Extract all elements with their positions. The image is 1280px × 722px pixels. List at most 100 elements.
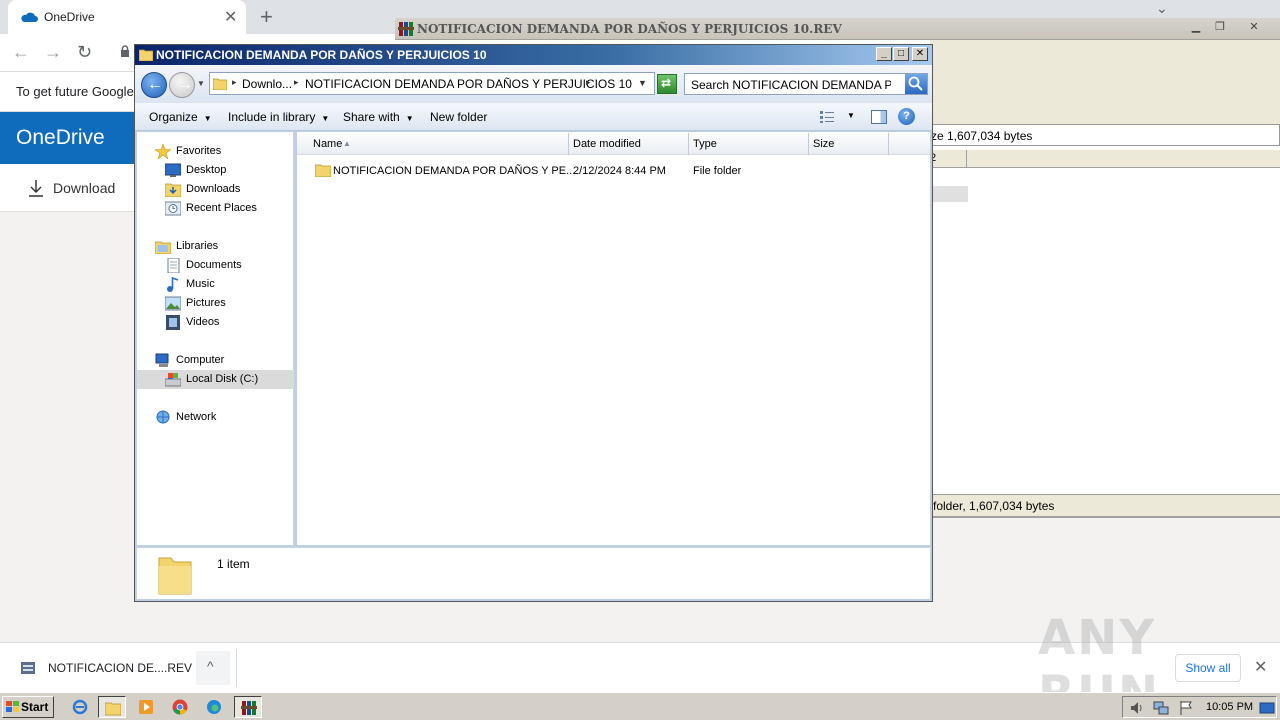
start-button[interactable]: Start [2, 696, 54, 718]
breadcrumb-current-folder[interactable]: NOTIFICACION DEMANDA POR DAÑOS Y PERJUIC… [305, 77, 632, 91]
browser-forward-icon[interactable]: → [44, 42, 62, 63]
refresh-button[interactable]: ⇄ [657, 74, 677, 94]
nav-item-videos[interactable]: Videos [137, 313, 294, 332]
new-tab-button[interactable]: + [260, 4, 273, 30]
explorer-minimize-button[interactable]: _ [876, 47, 892, 61]
large-folder-icon [158, 557, 192, 595]
download-options-button[interactable]: ^ [196, 651, 230, 685]
address-dropdown-icon[interactable]: ▼ [638, 78, 647, 88]
preview-pane-icon[interactable] [871, 110, 887, 124]
back-button[interactable]: ← [141, 72, 167, 98]
action-center-flag-icon[interactable] [1178, 700, 1194, 716]
winrar-minimize-button[interactable]: ▁ [1185, 20, 1207, 36]
taskbar-ie[interactable] [66, 696, 94, 718]
nav-label: Libraries [176, 240, 219, 252]
nav-item-downloads[interactable]: Downloads [137, 180, 294, 199]
column-divider[interactable] [688, 133, 689, 155]
explorer-address-row: ← → ▼ ▸ Downlo... ▸ NOTIFICACION DEMANDA… [135, 65, 932, 103]
volume-icon[interactable] [1129, 700, 1145, 716]
navigation-pane: Favorites Desktop Downloads Recent Place… [137, 132, 294, 545]
column-header-name[interactable]: Name [313, 138, 342, 150]
taskbar-media-player[interactable] [132, 696, 160, 718]
network-tray-icon[interactable] [1153, 700, 1169, 716]
browser-reload-icon[interactable]: ↻ [77, 42, 92, 63]
column-header-size[interactable]: Size [813, 138, 834, 150]
nav-item-network[interactable]: Network [137, 408, 294, 427]
column-divider[interactable] [888, 133, 889, 155]
nav-item-pictures[interactable]: Pictures [137, 294, 294, 313]
breadcrumb-separator-icon[interactable]: ▸ [586, 77, 591, 88]
download-item-name[interactable]: NOTIFICACION DE....REV [48, 661, 192, 675]
explorer-maximize-button[interactable]: □ [893, 47, 909, 61]
winrar-restore-button[interactable]: ❐ [1209, 20, 1231, 36]
nav-label: Music [186, 278, 215, 290]
file-list-pane: Name ▲ Date modified Type Size NOTIFICAC… [297, 132, 930, 545]
winrar-titlebar: NOTIFICACION DEMANDA POR DAÑOS Y PERJUIC… [395, 18, 1280, 40]
taskbar-edge[interactable] [200, 696, 228, 718]
forward-button[interactable]: → [169, 72, 195, 98]
nav-item-local-disk[interactable]: Local Disk (C:) [137, 370, 294, 389]
taskbar-chrome[interactable] [166, 696, 194, 718]
onedrive-brand: OneDrive [16, 126, 105, 149]
column-divider[interactable] [966, 150, 968, 168]
winrar-close-button[interactable]: ✕ [1243, 20, 1265, 36]
chrome-chevron-icon[interactable]: ⌄ [1156, 0, 1168, 17]
share-with-button[interactable]: Share with ▼ [343, 110, 414, 124]
search-button[interactable] [905, 74, 927, 94]
details-pane: 1 item [137, 547, 930, 599]
refresh-icon: ⇄ [661, 76, 672, 90]
videos-icon [166, 315, 180, 330]
show-desktop-icon[interactable] [1259, 700, 1275, 716]
chevron-down-icon: ▼ [203, 114, 212, 123]
new-folder-button[interactable]: New folder [430, 110, 487, 124]
nav-item-music[interactable]: Music [137, 275, 294, 294]
tab-close-icon[interactable]: ✕ [224, 7, 237, 27]
winrar-toolbar [930, 58, 1280, 124]
include-in-library-button[interactable]: Include in library ▼ [228, 110, 329, 124]
change-view-icon[interactable] [819, 110, 835, 124]
explorer-close-button[interactable]: ✕ [912, 47, 928, 61]
nav-item-desktop[interactable]: Desktop [137, 161, 294, 180]
winrar-status-bar: folder, 1,607,034 bytes [930, 494, 1280, 516]
column-divider[interactable] [808, 133, 809, 155]
file-row[interactable]: NOTIFICACION DEMANDA POR DAÑOS Y PE... 2… [297, 162, 930, 180]
breadcrumb-separator-icon[interactable]: ▸ [294, 77, 299, 88]
organize-button[interactable]: Organize ▼ [149, 110, 212, 124]
breadcrumb-separator-icon[interactable]: ▸ [232, 77, 237, 88]
desktop-icon [165, 163, 181, 177]
nav-label: Downloads [186, 183, 241, 195]
file-date: 2/12/2024 8:44 PM [573, 165, 666, 177]
address-bar[interactable]: ▸ Downlo... ▸ NOTIFICACION DEMANDA POR D… [209, 72, 655, 95]
nav-item-libraries[interactable]: Libraries [137, 237, 294, 256]
column-divider[interactable] [568, 133, 569, 155]
taskbar-explorer[interactable] [98, 696, 126, 718]
nav-item-computer[interactable]: Computer [137, 351, 294, 370]
nav-item-recent-places[interactable]: Recent Places [137, 199, 294, 218]
browser-tab-onedrive[interactable]: OneDrive ✕ [8, 0, 246, 34]
lock-icon [121, 45, 129, 57]
nav-label: Network [176, 411, 217, 423]
breadcrumb-downloads[interactable]: Downlo... [242, 77, 292, 91]
taskbar-winrar[interactable] [234, 696, 262, 718]
include-in-library-label: Include in library [228, 110, 316, 124]
help-icon[interactable]: ? [898, 108, 915, 125]
onedrive-download-button[interactable]: Download [0, 164, 134, 212]
recent-pages-dropdown-icon[interactable]: ▼ [197, 79, 205, 88]
search-box[interactable]: Search NOTIFICACION DEMANDA PO... [684, 73, 928, 95]
nav-label: Pictures [186, 297, 226, 309]
chevron-down-icon: ▼ [405, 114, 414, 123]
local-disk-icon [165, 373, 181, 387]
media-player-icon [139, 700, 153, 714]
share-with-label: Share with [343, 110, 400, 124]
archive-file-icon [21, 662, 35, 674]
column-header-date-modified[interactable]: Date modified [573, 138, 641, 150]
view-options-dropdown-icon[interactable]: ▼ [847, 111, 855, 120]
taskbar-clock[interactable]: 10:05 PM [1206, 701, 1253, 713]
nav-item-favorites[interactable]: Favorites [137, 142, 294, 161]
column-header-type[interactable]: Type [693, 138, 717, 150]
nav-item-documents[interactable]: Documents [137, 256, 294, 275]
winrar-selected-row[interactable] [930, 186, 968, 202]
pictures-icon [165, 296, 181, 311]
browser-tab-title: OneDrive [44, 10, 95, 24]
browser-back-icon[interactable]: ← [12, 42, 30, 63]
